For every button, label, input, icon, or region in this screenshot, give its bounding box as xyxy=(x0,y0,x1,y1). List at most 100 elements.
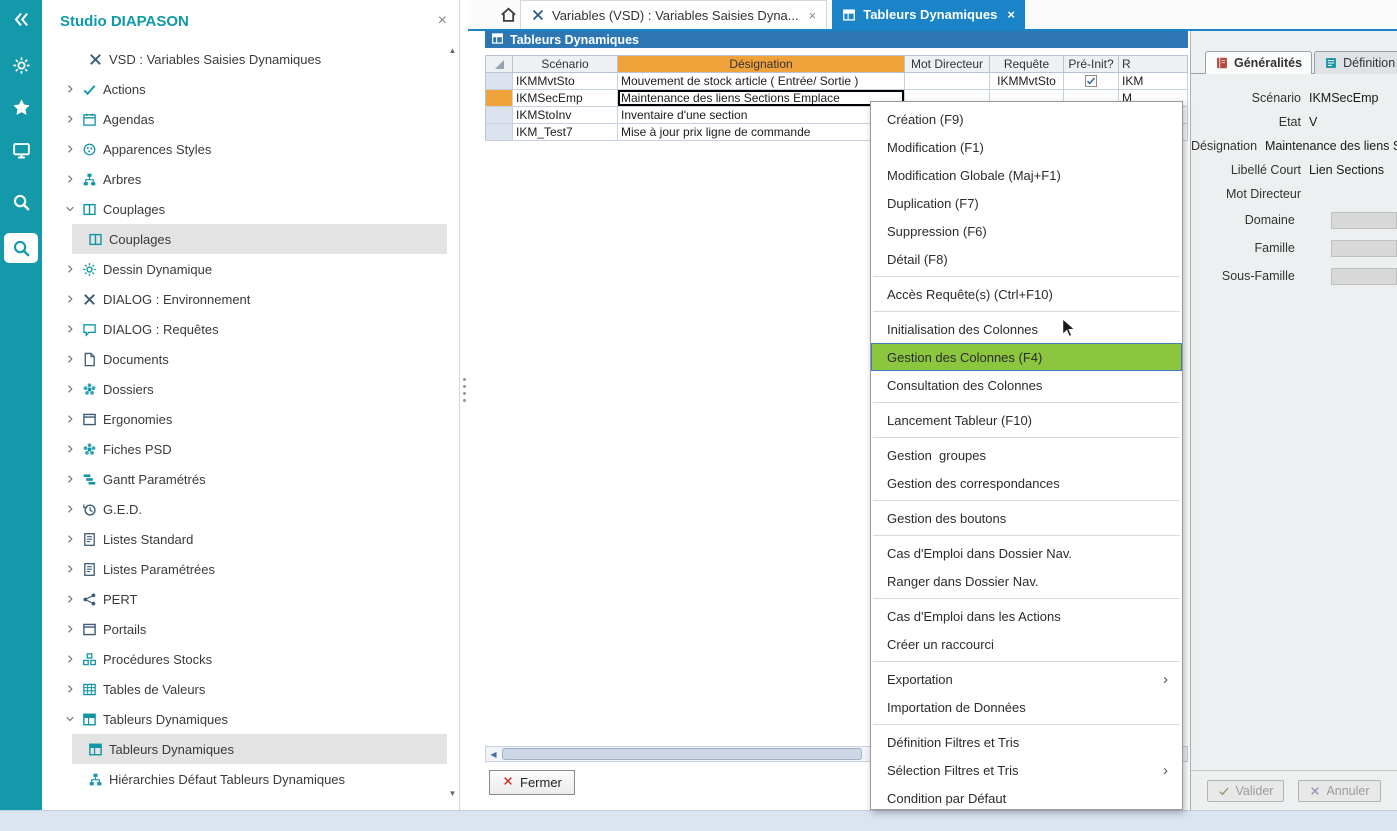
menu-item[interactable]: Définition Filtres et Tris xyxy=(871,728,1182,756)
menu-item[interactable]: Duplication (F7) xyxy=(871,189,1182,217)
tab-1[interactable]: Variables (VSD) : Variables Saisies Dyna… xyxy=(520,0,827,29)
cell-requete[interactable]: IKMMvtSto xyxy=(990,73,1064,90)
tab-close-icon[interactable]: × xyxy=(1007,7,1015,22)
menu-item[interactable]: Initialisation des Colonnes xyxy=(871,315,1182,343)
tree-item[interactable]: Apparences Styles xyxy=(42,134,447,164)
scroll-up-icon[interactable]: ▲ xyxy=(449,46,457,55)
scrollbar-thumb[interactable] xyxy=(502,748,862,760)
chevron-right-icon[interactable] xyxy=(62,623,78,635)
menu-item[interactable]: Création (F9) xyxy=(871,105,1182,133)
chevron-right-icon[interactable] xyxy=(62,413,78,425)
chevron-right-icon[interactable] xyxy=(62,293,78,305)
column-header-scenario[interactable]: Scénario xyxy=(513,55,618,73)
menu-item[interactable]: Créer un raccourci xyxy=(871,630,1182,658)
menu-item[interactable]: Ranger dans Dossier Nav. xyxy=(871,567,1182,595)
menu-item[interactable]: Cas d'Emploi dans Dossier Nav. xyxy=(871,539,1182,567)
menu-item[interactable]: Gestion des boutons xyxy=(871,504,1182,532)
row-selector[interactable] xyxy=(485,73,513,90)
chevron-right-icon[interactable] xyxy=(62,443,78,455)
field-value[interactable]: V xyxy=(1309,115,1317,129)
valider-button[interactable]: Valider xyxy=(1207,780,1284,802)
tree-item[interactable]: Gantt Paramétrés xyxy=(42,464,447,494)
tree-item[interactable]: VSD : Variables Saisies Dynamiques xyxy=(42,44,447,74)
cell-last[interactable]: IKM xyxy=(1119,73,1188,90)
tree-item[interactable]: Agendas xyxy=(42,104,447,134)
menu-item[interactable]: Gestion des Colonnes (F4) xyxy=(871,343,1182,371)
cell-designation[interactable]: Maintenance des liens Sections Emplace xyxy=(618,90,905,107)
chevron-right-icon[interactable] xyxy=(62,353,78,365)
menu-item[interactable]: Consultation des Colonnes xyxy=(871,371,1182,399)
column-header-designation[interactable]: Désignation xyxy=(618,55,905,73)
tree-item[interactable]: Tableurs Dynamiques xyxy=(42,704,447,734)
tree-item[interactable]: Couplages xyxy=(42,194,447,224)
menu-item[interactable]: Modification (F1) xyxy=(871,133,1182,161)
tree-item[interactable]: Documents xyxy=(42,344,447,374)
scroll-down-icon[interactable]: ▼ xyxy=(449,789,457,798)
chevron-right-icon[interactable] xyxy=(62,173,78,185)
panel-splitter[interactable] xyxy=(460,0,469,810)
strip-button-collapse[interactable] xyxy=(4,4,38,34)
row-selector[interactable] xyxy=(485,107,513,124)
scroll-left-icon[interactable]: ◀ xyxy=(486,747,501,761)
cell-scenario[interactable]: IKMMvtSto xyxy=(513,73,618,90)
strip-button-settings[interactable] xyxy=(4,50,38,80)
cell-scenario[interactable]: IKMStoInv xyxy=(513,107,618,124)
strip-button-desktop[interactable] xyxy=(4,135,38,165)
tree-item[interactable]: Actions xyxy=(42,74,447,104)
tab-close-icon[interactable]: × xyxy=(809,8,817,23)
column-header-mot_directeur[interactable]: Mot Directeur xyxy=(905,55,990,73)
column-header-pre_init[interactable]: Pré-Init? xyxy=(1064,55,1119,73)
cell-pre_init[interactable] xyxy=(1064,73,1119,90)
tree-item[interactable]: Tables de Valeurs xyxy=(42,674,447,704)
tree-item[interactable]: Procédures Stocks xyxy=(42,644,447,674)
row-selector[interactable] xyxy=(485,124,513,141)
checked-checkbox-icon[interactable] xyxy=(1085,75,1097,87)
detail-tab-1[interactable]: Généralités xyxy=(1205,51,1312,74)
chevron-right-icon[interactable] xyxy=(62,533,78,545)
chevron-right-icon[interactable] xyxy=(62,113,78,125)
tree-item[interactable]: Portails xyxy=(42,614,447,644)
chevron-right-icon[interactable] xyxy=(62,683,78,695)
menu-item[interactable]: Sélection Filtres et Tris› xyxy=(871,756,1182,784)
select-all-header[interactable] xyxy=(485,55,513,73)
column-header-requete[interactable]: Requête xyxy=(990,55,1064,73)
menu-item[interactable]: Lancement Tableur (F10) xyxy=(871,406,1182,434)
tree-item[interactable]: Dossiers xyxy=(42,374,447,404)
menu-item[interactable]: Gestion groupes xyxy=(871,441,1182,469)
fermer-button[interactable]: Fermer xyxy=(489,770,575,795)
menu-item[interactable]: Gestion des correspondances xyxy=(871,469,1182,497)
detail-tab-2[interactable]: Définition xyxy=(1314,51,1397,74)
menu-item[interactable]: Accès Requête(s) (Ctrl+F10) xyxy=(871,280,1182,308)
row-selector[interactable] xyxy=(485,90,513,107)
tree-item[interactable]: G.E.D. xyxy=(42,494,447,524)
tree-item[interactable]: PERT xyxy=(42,584,447,614)
field-value[interactable]: IKMSecEmp xyxy=(1309,91,1378,105)
strip-button-advanced-search[interactable] xyxy=(4,233,38,263)
tree-item[interactable]: Hiérarchies Défaut Tableurs Dynamiques xyxy=(42,764,447,794)
chevron-right-icon[interactable] xyxy=(62,263,78,275)
field-value[interactable]: Lien Sections xyxy=(1309,163,1384,177)
chevron-right-icon[interactable] xyxy=(62,563,78,575)
cell-scenario[interactable]: IKM_Test7 xyxy=(513,124,618,141)
tree-item[interactable]: Couplages xyxy=(42,224,447,254)
menu-item[interactable]: Suppression (F6) xyxy=(871,217,1182,245)
chevron-right-icon[interactable] xyxy=(62,593,78,605)
menu-item[interactable]: Modification Globale (Maj+F1) xyxy=(871,161,1182,189)
tree-item[interactable]: Arbres xyxy=(42,164,447,194)
tree-item[interactable]: Tableurs Dynamiques xyxy=(42,734,447,764)
close-icon[interactable]: × xyxy=(438,12,447,30)
strip-button-search[interactable] xyxy=(4,187,38,217)
field-value[interactable]: Maintenance des liens Sections Emplace xyxy=(1265,139,1397,153)
chevron-down-icon[interactable] xyxy=(62,713,78,725)
chevron-right-icon[interactable] xyxy=(62,503,78,515)
menu-item[interactable]: Importation de Données xyxy=(871,693,1182,721)
menu-item[interactable]: Détail (F8) xyxy=(871,245,1182,273)
cell-mot_directeur[interactable] xyxy=(905,73,990,90)
menu-item[interactable]: Condition par Défaut xyxy=(871,784,1182,810)
cell-scenario[interactable]: IKMSecEmp xyxy=(513,90,618,107)
chevron-right-icon[interactable] xyxy=(62,323,78,335)
cell-designation[interactable]: Mise à jour prix ligne de commande xyxy=(618,124,905,141)
chevron-right-icon[interactable] xyxy=(62,83,78,95)
tree-item[interactable]: DIALOG : Environnement xyxy=(42,284,447,314)
tree-scrollbar[interactable]: ▲ ▼ xyxy=(447,46,458,798)
